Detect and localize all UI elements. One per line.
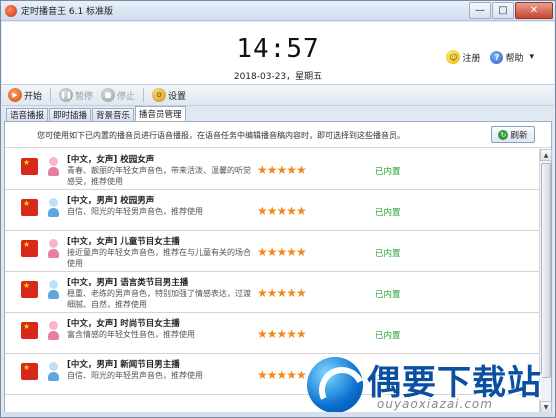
tab-announcer-management[interactable]: 播音员管理 bbox=[135, 106, 186, 121]
announcer-description: 自信、阳光的年轻男声音色，推荐使用 bbox=[67, 371, 203, 380]
settings-label: 设置 bbox=[168, 91, 187, 102]
china-flag-icon bbox=[21, 158, 38, 175]
smiley-icon: ☺ bbox=[446, 50, 461, 64]
toolbar: ▶ 开始 ❚❚ 暂停 ■ 停止 ⚙ 设置 bbox=[2, 84, 554, 106]
window-controls: — □ ✕ bbox=[468, 1, 553, 20]
start-button[interactable]: ▶ 开始 bbox=[6, 88, 44, 102]
window-title: 定时播音王 6.1 标准版 bbox=[21, 7, 114, 17]
person-icon bbox=[48, 321, 59, 341]
help-label: 帮助 bbox=[505, 53, 524, 64]
list-item[interactable]: [中文，男声] 校园男声自信、阳光的年轻男声音色，推荐使用 ★★★★★ 已内置 bbox=[5, 190, 539, 231]
minimize-button[interactable]: — bbox=[469, 1, 491, 19]
question-icon: ? bbox=[490, 50, 504, 64]
watermark-logo-icon bbox=[307, 357, 363, 413]
announcer-description: 稳重、老练的男声音色，特别加强了情感表达，过渡细腻、自然，推荐使用 bbox=[67, 289, 251, 309]
rating-stars: ★★★★★ bbox=[257, 163, 307, 177]
status-badge: 已内置 bbox=[375, 290, 401, 300]
app-window: 定时播音王 6.1 标准版 — □ ✕ 14:57 2018-03-23，星期五… bbox=[0, 0, 556, 418]
person-icon bbox=[48, 239, 59, 259]
register-label: 注册 bbox=[462, 53, 481, 64]
tab-strip: 语音播报 即时插播 背景音乐 播音员管理 bbox=[6, 106, 187, 121]
rating-stars: ★★★★★ bbox=[257, 286, 307, 300]
tab-instant-insert[interactable]: 即时插播 bbox=[49, 108, 92, 121]
rating-stars: ★★★★★ bbox=[257, 245, 307, 259]
status-badge: 已内置 bbox=[375, 331, 401, 341]
gear-icon: ⚙ bbox=[152, 88, 167, 102]
announcer-description: 青春、靓丽的年轻女声音色，带来活泼、温馨的听觉感受，推荐使用 bbox=[67, 166, 251, 186]
rating-stars: ★★★★★ bbox=[257, 368, 307, 382]
china-flag-icon bbox=[21, 281, 38, 298]
watermark: 偶要下载站 ouyaoxiazai.com bbox=[307, 355, 547, 415]
stop-button[interactable]: ■ 停止 bbox=[99, 88, 137, 102]
header-links: ☺ 注册 ? 帮助 ▾ bbox=[446, 50, 534, 64]
toolbar-divider bbox=[50, 88, 52, 102]
announcer-title: [中文，男声] 语言类节目男主播 bbox=[67, 278, 189, 288]
start-label: 开始 bbox=[24, 91, 43, 102]
title-bar[interactable]: 定时播音王 6.1 标准版 — □ ✕ bbox=[1, 1, 555, 21]
toolbar-divider bbox=[143, 88, 145, 102]
pause-icon: ❚❚ bbox=[59, 88, 74, 102]
list-item[interactable]: [中文，男声] 语言类节目男主播稳重、老练的男声音色，特别加强了情感表达，过渡细… bbox=[5, 272, 539, 313]
watermark-url: ouyaoxiazai.com bbox=[377, 397, 493, 411]
person-icon bbox=[48, 280, 59, 300]
announcer-description: 接近童声的年轻女声音色，推荐在与儿童有关的场合使用 bbox=[67, 248, 251, 268]
notice-text: 您可使用如下已内置的播音员进行语音播报，在语音任务中编辑播音稿内容时，即可选择到… bbox=[37, 131, 405, 140]
stop-icon: ■ bbox=[101, 88, 116, 102]
refresh-icon: ↻ bbox=[498, 129, 509, 140]
help-menu[interactable]: ? 帮助 ▾ bbox=[490, 50, 534, 64]
scroll-thumb[interactable] bbox=[541, 163, 551, 378]
china-flag-icon bbox=[21, 240, 38, 257]
person-icon bbox=[48, 362, 59, 382]
pause-button[interactable]: ❚❚ 暂停 bbox=[57, 88, 95, 102]
status-badge: 已内置 bbox=[375, 249, 401, 259]
rating-stars: ★★★★★ bbox=[257, 204, 307, 218]
notice-bar: 您可使用如下已内置的播音员进行语音播报，在语音任务中编辑播音稿内容时，即可选择到… bbox=[5, 122, 551, 148]
close-button[interactable]: ✕ bbox=[515, 1, 553, 19]
announcer-title: [中文，女声] 儿童节目女主播 bbox=[67, 237, 180, 247]
list-item[interactable]: [中文，女声] 时尚节目女主播富含情感的年轻女性音色，推荐使用 ★★★★★ 已内置 bbox=[5, 313, 539, 354]
clock-header: 14:57 2018-03-23，星期五 ☺ 注册 ? 帮助 ▾ bbox=[2, 22, 554, 84]
play-icon: ▶ bbox=[8, 88, 22, 102]
china-flag-icon bbox=[21, 363, 38, 380]
clock-app-icon bbox=[5, 4, 17, 17]
settings-button[interactable]: ⚙ 设置 bbox=[150, 88, 188, 102]
china-flag-icon bbox=[21, 199, 38, 216]
maximize-button[interactable]: □ bbox=[492, 1, 514, 19]
scroll-up-button[interactable]: ▲ bbox=[540, 149, 552, 161]
current-date: 2018-03-23，星期五 bbox=[233, 72, 323, 82]
announcer-title: [中文，女声] 校园女声 bbox=[67, 155, 155, 165]
refresh-button[interactable]: ↻ 刷新 bbox=[491, 126, 535, 143]
status-bar bbox=[2, 412, 554, 417]
refresh-label: 刷新 bbox=[510, 130, 528, 141]
pause-label: 暂停 bbox=[75, 91, 94, 102]
rating-stars: ★★★★★ bbox=[257, 327, 307, 341]
person-icon bbox=[48, 157, 59, 177]
announcer-description: 自信、阳光的年轻男声音色，推荐使用 bbox=[67, 207, 203, 216]
announcer-title: [中文，男声] 新闻节目男主播 bbox=[67, 360, 180, 370]
list-item[interactable]: [中文，女声] 儿童节目女主播接近童声的年轻女声音色，推荐在与儿童有关的场合使用… bbox=[5, 231, 539, 272]
tab-background-music[interactable]: 背景音乐 bbox=[92, 108, 135, 121]
china-flag-icon bbox=[21, 322, 38, 339]
status-badge: 已内置 bbox=[375, 167, 401, 177]
register-link[interactable]: ☺ 注册 bbox=[446, 50, 480, 64]
chevron-down-icon: ▾ bbox=[529, 52, 534, 62]
status-badge: 已内置 bbox=[375, 208, 401, 218]
announcer-title: [中文，男声] 校园男声 bbox=[67, 196, 155, 206]
list-item[interactable]: [中文，女声] 校园女声青春、靓丽的年轻女声音色，带来活泼、温馨的听觉感受，推荐… bbox=[5, 149, 539, 190]
announcer-title: [中文，女声] 时尚节目女主播 bbox=[67, 319, 180, 329]
tab-voice-broadcast[interactable]: 语音播报 bbox=[6, 108, 49, 121]
stop-label: 停止 bbox=[117, 91, 136, 102]
person-icon bbox=[48, 198, 59, 218]
announcer-description: 富含情感的年轻女性音色，推荐使用 bbox=[67, 330, 195, 339]
